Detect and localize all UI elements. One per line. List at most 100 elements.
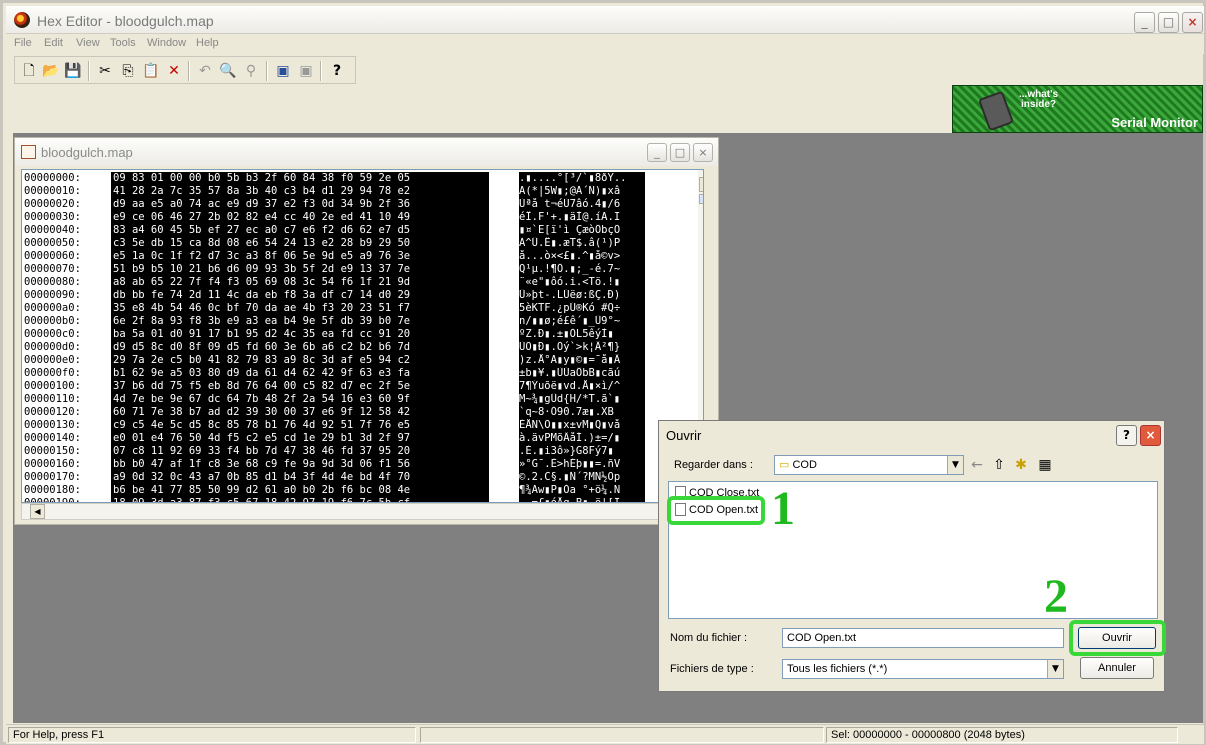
hex-bytes[interactable]: e0 01 e4 76 50 4d f5 c2 e5 cd 1e 29 b1 3…	[111, 432, 489, 445]
save-icon[interactable]: 💾	[63, 61, 83, 81]
hex-ascii[interactable]: ºZ.Ð▮.±▮ÒL5êýÌ▮	[519, 328, 645, 341]
hex-ascii[interactable]: Ã^Û.Ê▮.æT$.â(¹)P	[519, 237, 645, 250]
menu-file[interactable]: File	[14, 37, 32, 49]
hex-row: 000000c0: ba 5a 01 d0 91 17 b1 95 d2 4c 3…	[22, 328, 698, 341]
hex-ascii[interactable]: ±b▮¥.▮ÙÚaÔbB▮cãú	[519, 367, 645, 380]
minimize-button[interactable]: _	[1134, 12, 1155, 33]
hex-bytes[interactable]: 09 83 01 00 00 b0 5b b3 2f 60 84 38 f0 5…	[111, 172, 489, 185]
hex-ascii[interactable]: ©.2.C§.▮Ñ´?MN½Op	[519, 471, 645, 484]
hex-bytes[interactable]: b1 62 9e a5 03 80 d9 da 61 d4 62 42 9f 6…	[111, 367, 489, 380]
hex-ascii[interactable]: .È.▮i3ô»}G8Fý7▮	[519, 445, 645, 458]
hex-ascii[interactable]: ÙÕ▮Ð▮.Õý`>k¦Â²¶}	[519, 341, 645, 354]
hex-view[interactable]: 00000190: 18 09 3d a3 87 f3 c5 67 18 42 9…	[21, 169, 704, 503]
hex-bytes[interactable]: 51 b9 b5 10 21 b6 d6 09 93 3b 5f 2d e9 1…	[111, 263, 489, 276]
new-icon[interactable]: 🗋	[19, 61, 39, 81]
menu-window[interactable]: Window	[147, 37, 186, 49]
hex-bytes[interactable]: ba 5a 01 d0 91 17 b1 95 d2 4c 35 ea fd c…	[111, 328, 489, 341]
find-icon[interactable]: 🔍	[218, 61, 238, 81]
delete-icon[interactable]: ✕	[164, 61, 184, 81]
close-button[interactable]: ×	[1182, 12, 1203, 33]
hex-bytes[interactable]: 37 b6 dd 75 f5 eb 8d 76 64 00 c5 82 d7 e…	[111, 380, 489, 393]
hex-ascii[interactable]: `q~8·­Ò90.7æ▮.XB	[519, 406, 645, 419]
hex-bytes[interactable]: c9 c5 4e 5c d5 8c 85 78 b1 76 4d 92 51 7…	[111, 419, 489, 432]
dropdown-arrow-icon[interactable]: ▼	[947, 456, 963, 474]
document-close-button[interactable]: ×	[693, 143, 713, 162]
dialog-help-button[interactable]: ?	[1116, 425, 1137, 446]
undo-icon[interactable]: ↶	[195, 61, 215, 81]
scroll-thumb[interactable]	[699, 194, 703, 204]
scroll-left-button[interactable]: ◀	[30, 504, 45, 519]
horizontal-scrollbar[interactable]: ◀	[21, 503, 704, 520]
dialog-close-button[interactable]: ×	[1140, 425, 1161, 446]
maximize-button[interactable]: □	[1158, 12, 1179, 33]
hex-bytes[interactable]: a8 ab 65 22 7f f4 f3 05 69 08 3c 54 f6 1…	[111, 276, 489, 289]
paste-icon[interactable]: 📋	[141, 61, 161, 81]
hex-ascii[interactable]: n/▮▮ø;é£ê´▮_Û9°~	[519, 315, 645, 328]
open-icon[interactable]: 📂	[41, 61, 61, 81]
hex-bytes[interactable]: e5 1a 0c 1f f2 d7 3c a3 8f 06 5e 9d e5 a…	[111, 250, 489, 263]
filename-input[interactable]: COD Open.txt	[782, 628, 1064, 648]
hex-ascii[interactable]: .▮....°[³/`▮8ðY..	[519, 172, 645, 185]
open-button[interactable]: Ouvrir	[1078, 627, 1156, 649]
window2-icon[interactable]: ▣	[296, 61, 316, 81]
menu-help[interactable]: Help	[196, 37, 219, 49]
title-bar[interactable]: Hex Editor - bloodgulch.map _ □ ×	[6, 6, 1204, 34]
serial-monitor-banner[interactable]: ...what's inside? Serial Monitor	[952, 85, 1203, 133]
cut-icon[interactable]: ✂	[95, 61, 115, 81]
hex-ascii[interactable]: »°G¯.È>hÉþ▮▮=.ñV	[519, 458, 645, 471]
look-in-combo[interactable]: ▭ COD ▼	[774, 455, 964, 475]
hex-ascii[interactable]: å...ò×<£▮.^▮å©v>	[519, 250, 645, 263]
hex-row: 000000e0: 29 7a 2e c5 b0 41 82 79 83 a9 8…	[22, 354, 698, 367]
hex-bytes[interactable]: d9 aa e5 a0 74 ac e9 d9 37 e2 f3 0d 34 9…	[111, 198, 489, 211]
hex-ascii[interactable]: éÎ.F'+.▮äÌ@.íA.I	[519, 211, 645, 224]
menu-tools[interactable]: Tools	[110, 37, 136, 49]
hex-bytes[interactable]: 83 a4 60 45 5b ef 27 ec a0 c7 e6 f2 d6 6…	[111, 224, 489, 237]
hex-ascii[interactable]: Q¹µ.!¶Ö.▮;_-é.7~	[519, 263, 645, 276]
dropdown-arrow-icon[interactable]: ▼	[1047, 660, 1063, 678]
new-folder-icon[interactable]: ✱	[1011, 455, 1031, 475]
hex-bytes[interactable]: b6 be 41 77 85 50 99 d2 61 a0 b0 2b f6 b…	[111, 484, 489, 497]
help-icon[interactable]: ?	[327, 61, 347, 81]
hex-ascii[interactable]: 7¶Ýuõë▮vd.Å▮×ì/^	[519, 380, 645, 393]
filetype-select[interactable]: Tous les fichiers (*.*) ▼	[782, 659, 1064, 679]
hex-bytes[interactable]: 35 e8 4b 54 46 0c bf 70 da ae 4b f3 20 2…	[111, 302, 489, 315]
hex-ascii[interactable]: ÉÅN\Õ▮▮x±vM▮Q▮vå	[519, 419, 645, 432]
hex-ascii[interactable]: A(*|5W▮;@Ã´Ñ)▮xâ	[519, 185, 645, 198]
hex-ascii[interactable]: ¨«e"▮ôó.i.<Tö.!▮	[519, 276, 645, 289]
hex-ascii[interactable]: Ùªå t¬éÙ7âó.4▮/6	[519, 198, 645, 211]
menu-edit[interactable]: Edit	[44, 37, 63, 49]
document-minimize-button[interactable]: _	[647, 143, 667, 162]
hex-bytes[interactable]: 07 c8 11 92 69 33 f4 bb 7d 47 38 46 fd 3…	[111, 445, 489, 458]
hex-bytes[interactable]: e9 ce 06 46 27 2b 02 82 e4 cc 40 2e ed 4…	[111, 211, 489, 224]
copy-icon[interactable]: ⎘	[118, 61, 138, 81]
hex-bytes[interactable]: d9 d5 8c d0 8f 09 d5 fd 60 3e 6b a6 c2 b…	[111, 341, 489, 354]
hex-bytes[interactable]: 41 28 2a 7c 35 57 8a 3b 40 c3 b4 d1 29 9…	[111, 185, 489, 198]
hex-ascii[interactable]: à.ävPMõÂåÍ.)±=/▮	[519, 432, 645, 445]
replace-icon[interactable]: ⚲	[241, 61, 261, 81]
hex-bytes[interactable]: bb b0 47 af 1f c8 3e 68 c9 fe 9a 9d 3d 0…	[111, 458, 489, 471]
hex-bytes[interactable]: 6e 2f 8a 93 f8 3b e9 a3 ea b4 9e 5f db 3…	[111, 315, 489, 328]
hex-ascii[interactable]: ¶¾Aw▮P▮Òa °+ö¼.N	[519, 484, 645, 497]
up-folder-icon[interactable]: ⇧	[989, 455, 1009, 475]
window-icon[interactable]: ▣	[273, 61, 293, 81]
hex-bytes[interactable]: c3 5e db 15 ca 8d 08 e6 54 24 13 e2 28 b…	[111, 237, 489, 250]
document-title-bar[interactable]: bloodgulch.map _ □ ×	[15, 138, 718, 166]
hex-row: 00000000: 09 83 01 00 00 b0 5b b3 2f 60 8…	[22, 172, 698, 185]
hex-bytes[interactable]: 60 71 7e 38 b7 ad d2 39 30 00 37 e6 9f 1…	[111, 406, 489, 419]
hex-ascii[interactable]: ▮¤`E[ï'ì ÇæòÖbçÕ	[519, 224, 645, 237]
hex-bytes[interactable]: 4d 7e be 9e 67 dc 64 7b 48 2f 2a 54 16 e…	[111, 393, 489, 406]
document-maximize-button[interactable]: □	[670, 143, 690, 162]
hex-ascii[interactable]: Û»þt-.LÚëø:ßÇ.Ð)	[519, 289, 645, 302]
hex-ascii[interactable]: )z.Å°A▮y▮©▮=¯å▮Â	[519, 354, 645, 367]
hex-bytes[interactable]: db bb fe 74 2d 11 4c da eb f8 3a df c7 1…	[111, 289, 489, 302]
view-menu-icon[interactable]: ▦	[1035, 455, 1055, 475]
hex-ascii[interactable]: M~¾▮gÜd{H/*T.ã`▮	[519, 393, 645, 406]
back-icon[interactable]: ←	[967, 455, 987, 475]
annotation-step-1: 1	[771, 482, 795, 535]
hex-bytes[interactable]: 29 7a 2e c5 b0 41 82 79 83 a9 8c 3d af e…	[111, 354, 489, 367]
hex-ascii[interactable]: 5èKTF.¿pÚ®Kó #Q÷	[519, 302, 645, 315]
scroll-up-button[interactable]: ▲	[699, 177, 703, 192]
hex-bytes[interactable]: a9 0d 32 0c 43 a7 0b 85 d1 b4 3f 4d 4e b…	[111, 471, 489, 484]
cancel-button[interactable]: Annuler	[1080, 657, 1154, 679]
menu-view[interactable]: View	[76, 37, 100, 49]
